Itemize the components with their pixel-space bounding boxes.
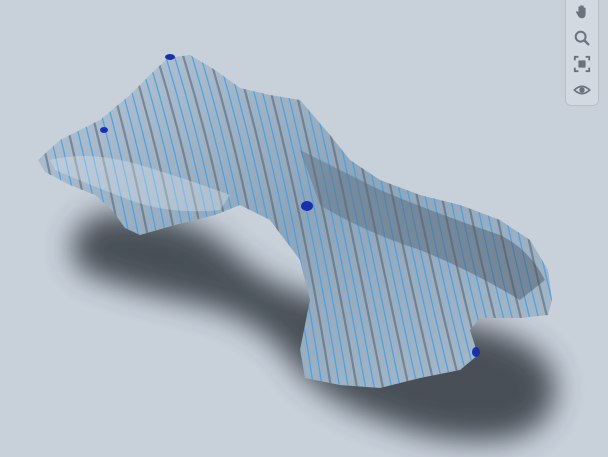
model-accent (100, 127, 108, 133)
slice-contour-line (38, 55, 72, 388)
visibility-button[interactable] (569, 78, 595, 102)
3d-viewport[interactable] (0, 0, 608, 457)
hand-pan-icon (576, 5, 586, 19)
model-accent (472, 347, 480, 357)
zoom-button[interactable] (569, 26, 595, 50)
model-accent (165, 54, 175, 60)
slice-contour-line (38, 55, 98, 388)
zoom-icon (574, 30, 590, 46)
fit-view-button[interactable] (569, 52, 595, 76)
eye-visibility-icon (573, 85, 591, 95)
model-scene[interactable] (0, 0, 608, 457)
fit-view-icon (573, 55, 591, 73)
pan-button[interactable] (569, 0, 595, 24)
slice-contour-line (38, 55, 80, 388)
slice-contour-line (38, 55, 89, 388)
model-accent (301, 201, 313, 211)
view-toolbar (565, 0, 599, 106)
